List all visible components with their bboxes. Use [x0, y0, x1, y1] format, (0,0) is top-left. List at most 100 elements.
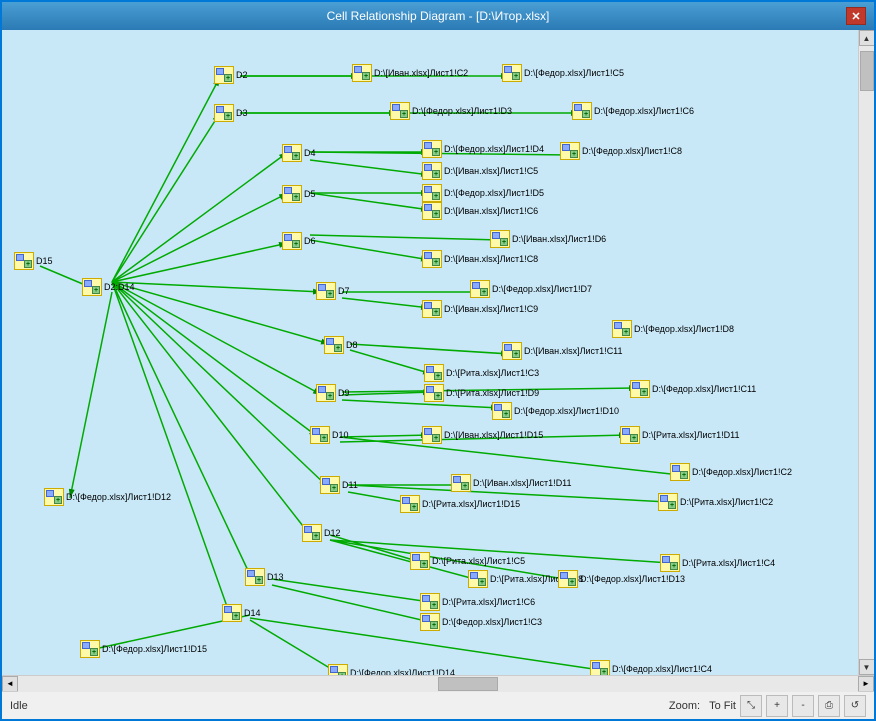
- ext-node-16[interactable]: + D:\[Рита.xlsx]Лист1!C3: [424, 364, 539, 382]
- ext-node-3[interactable]: + D:\[Федор.xlsx]Лист1!D3: [390, 102, 512, 120]
- ext-node-20[interactable]: + D:\[Иван.xlsx]Лист1!D15: [422, 426, 543, 444]
- refresh-button[interactable]: ↺: [844, 695, 866, 717]
- node-label-D11: D11: [342, 480, 358, 490]
- scroll-thumb-bottom[interactable]: [438, 677, 498, 691]
- ext-icon-27: +: [468, 570, 488, 588]
- ext-node-1[interactable]: + D:\[Иван.xlsx]Лист1!C2: [352, 64, 468, 82]
- ext-label-12: D:\[Федор.xlsx]Лист1!D7: [492, 284, 592, 294]
- ext-node-2[interactable]: + D:\[Федор.xlsx]Лист1!C5: [502, 64, 624, 82]
- fit-button[interactable]: ⤡: [740, 695, 762, 717]
- ext-node-29[interactable]: + D:\[Рита.xlsx]Лист1!C4: [660, 554, 775, 572]
- ext-node-25[interactable]: + D:\[Рита.xlsx]Лист1!C2: [658, 493, 773, 511]
- zoom-in-button[interactable]: +: [766, 695, 788, 717]
- node-icon-D2: +: [214, 66, 234, 84]
- ext-node-31[interactable]: + D:\[Федор.xlsx]Лист1!C3: [420, 613, 542, 631]
- node-D5[interactable]: + D5: [282, 185, 316, 203]
- ext-node-4[interactable]: + D:\[Федор.xlsx]Лист1!C6: [572, 102, 694, 120]
- scroll-left-button[interactable]: ◄: [2, 676, 18, 692]
- ext-node-32[interactable]: + D:\[Федор.xlsx]Лист1!D15: [80, 640, 207, 658]
- ext-node-23[interactable]: + D:\[Иван.xlsx]Лист1!D11: [451, 474, 572, 492]
- ext-icon-25: +: [658, 493, 678, 511]
- ext-icon-26: +: [410, 552, 430, 570]
- node-D2D14[interactable]: + D2:D14: [82, 278, 135, 296]
- zoom-label: Zoom: To Fit: [669, 700, 736, 712]
- node-D2[interactable]: + D2: [214, 66, 248, 84]
- node-D6[interactable]: + D6: [282, 232, 316, 250]
- ext-label-6: D:\[Федор.xlsx]Лист1!C8: [582, 146, 682, 156]
- ext-label-9: D:\[Иван.xlsx]Лист1!C6: [444, 206, 538, 216]
- node-D7[interactable]: + D7: [316, 282, 350, 300]
- scroll-down-button[interactable]: ▼: [859, 659, 875, 675]
- ext-icon-19: +: [630, 380, 650, 398]
- scroll-right-button[interactable]: ►: [858, 676, 874, 692]
- ext-icon-28: +: [558, 570, 578, 588]
- ext-node-6[interactable]: + D:\[Федор.xlsx]Лист1!C8: [560, 142, 682, 160]
- ext-icon-34: +: [590, 660, 610, 675]
- ext-label-5: D:\[Федор.xlsx]Лист1!D4: [444, 144, 544, 154]
- node-D9[interactable]: + D9: [316, 384, 350, 402]
- ext-label-19: D:\[Федор.xlsx]Лист1!C11: [652, 384, 756, 394]
- ext-node-26[interactable]: + D:\[Рита.xlsx]Лист1!C5: [410, 552, 525, 570]
- scroll-thumb-right[interactable]: [860, 51, 874, 91]
- ext-label-11: D:\[Иван.xlsx]Лист1!C8: [444, 254, 538, 264]
- scroll-up-button[interactable]: ▲: [859, 30, 875, 46]
- node-D8[interactable]: + D8: [324, 336, 358, 354]
- ext-node-12[interactable]: + D:\[Федор.xlsx]Лист1!D7: [470, 280, 592, 298]
- ext-node-15[interactable]: + D:\[Иван.xlsx]Лист1!C11: [502, 342, 623, 360]
- node-D11[interactable]: + D11: [320, 476, 358, 494]
- scroll-track-right[interactable]: [859, 46, 875, 659]
- ext-node-28[interactable]: + D:\[Федор.xlsx]Лист1!D13: [558, 570, 685, 588]
- ext-node-9[interactable]: + D:\[Иван.xlsx]Лист1!C6: [422, 202, 538, 220]
- ext-node-10[interactable]: + D:\[Иван.xlsx]Лист1!D6: [490, 230, 606, 248]
- node-icon-D9: +: [316, 384, 336, 402]
- node-icon-D2D14: +: [82, 278, 102, 296]
- ext-node-22[interactable]: + D:\[Федор.xlsx]Лист1!C2: [670, 463, 792, 481]
- zoom-value: To Fit: [709, 700, 736, 712]
- ext-icon-1: +: [352, 64, 372, 82]
- ext-node-8[interactable]: + D:\[Федор.xlsx]Лист1!D5: [422, 184, 544, 202]
- node-D10[interactable]: + D10: [310, 426, 349, 444]
- node-D4[interactable]: + D4: [282, 144, 316, 162]
- ext-label-4: D:\[Федор.xlsx]Лист1!C6: [594, 106, 694, 116]
- ext-node-17[interactable]: + D:\[Рита.xlsx]Лист1!D9: [424, 384, 539, 402]
- ext-node-19[interactable]: + D:\[Федор.xlsx]Лист1!C11: [630, 380, 756, 398]
- node-label-D3: D3: [236, 108, 248, 118]
- scroll-track-bottom[interactable]: [18, 676, 858, 692]
- ext-node-11[interactable]: + D:\[Иван.xlsx]Лист1!C8: [422, 250, 538, 268]
- ext-node-30[interactable]: + D:\[Рита.xlsx]Лист1!C6: [420, 593, 535, 611]
- node-label-D6: D6: [304, 236, 316, 246]
- ext-label-28: D:\[Федор.xlsx]Лист1!D13: [580, 574, 685, 584]
- ext-node-14[interactable]: + D:\[Федор.xlsx]Лист1!D8: [612, 320, 734, 338]
- ext-label-17: D:\[Рита.xlsx]Лист1!D9: [446, 388, 539, 398]
- ext-label-16: D:\[Рита.xlsx]Лист1!C3: [446, 368, 539, 378]
- ext-node-7[interactable]: + D:\[Иван.xlsx]Лист1!C5: [422, 162, 538, 180]
- scrollbar-right: ▲ ▼: [858, 30, 874, 675]
- node-D3[interactable]: + D3: [214, 104, 248, 122]
- scrollbar-bottom: ◄ ►: [2, 675, 874, 691]
- ext-label-18: D:\[Федор.xlsx]Лист1!D10: [514, 406, 619, 416]
- ext-node-D12[interactable]: + D:\[Федор.xlsx]Лист1!D12: [44, 488, 171, 506]
- print-button[interactable]: ⎙: [818, 695, 840, 717]
- ext-node-21[interactable]: + D:\[Рита.xlsx]Лист1!D11: [620, 426, 739, 444]
- node-D15[interactable]: + D15: [14, 252, 53, 270]
- ext-label-32: D:\[Федор.xlsx]Лист1!D15: [102, 644, 207, 654]
- node-label-D15: D15: [36, 256, 53, 266]
- ext-node-5[interactable]: + D:\[Федор.xlsx]Лист1!D4: [422, 140, 544, 158]
- zoom-out-button[interactable]: -: [792, 695, 814, 717]
- ext-node-34[interactable]: + D:\[Федор.xlsx]Лист1!C4: [590, 660, 712, 675]
- ext-icon-31: +: [420, 613, 440, 631]
- node-D14[interactable]: + D14: [222, 604, 261, 622]
- ext-node-24[interactable]: + D:\[Рита.xlsx]Лист1!D15: [400, 495, 520, 513]
- node-icon-D11: +: [320, 476, 340, 494]
- ext-node-33[interactable]: + D:\[Федор.xlsx]Лист1!D14: [328, 664, 455, 675]
- ext-node-18[interactable]: + D:\[Федор.xlsx]Лист1!D10: [492, 402, 619, 420]
- node-D13[interactable]: + D13: [245, 568, 284, 586]
- ext-node-13[interactable]: + D:\[Иван.xlsx]Лист1!C9: [422, 300, 538, 318]
- ext-icon-11: +: [422, 250, 442, 268]
- close-button[interactable]: ✕: [846, 7, 866, 25]
- ext-label-D12: D:\[Федор.xlsx]Лист1!D12: [66, 492, 171, 502]
- ext-icon-15: +: [502, 342, 522, 360]
- ext-label-21: D:\[Рита.xlsx]Лист1!D11: [642, 430, 739, 440]
- node-D12[interactable]: + D12: [302, 524, 341, 542]
- ext-label-13: D:\[Иван.xlsx]Лист1!C9: [444, 304, 538, 314]
